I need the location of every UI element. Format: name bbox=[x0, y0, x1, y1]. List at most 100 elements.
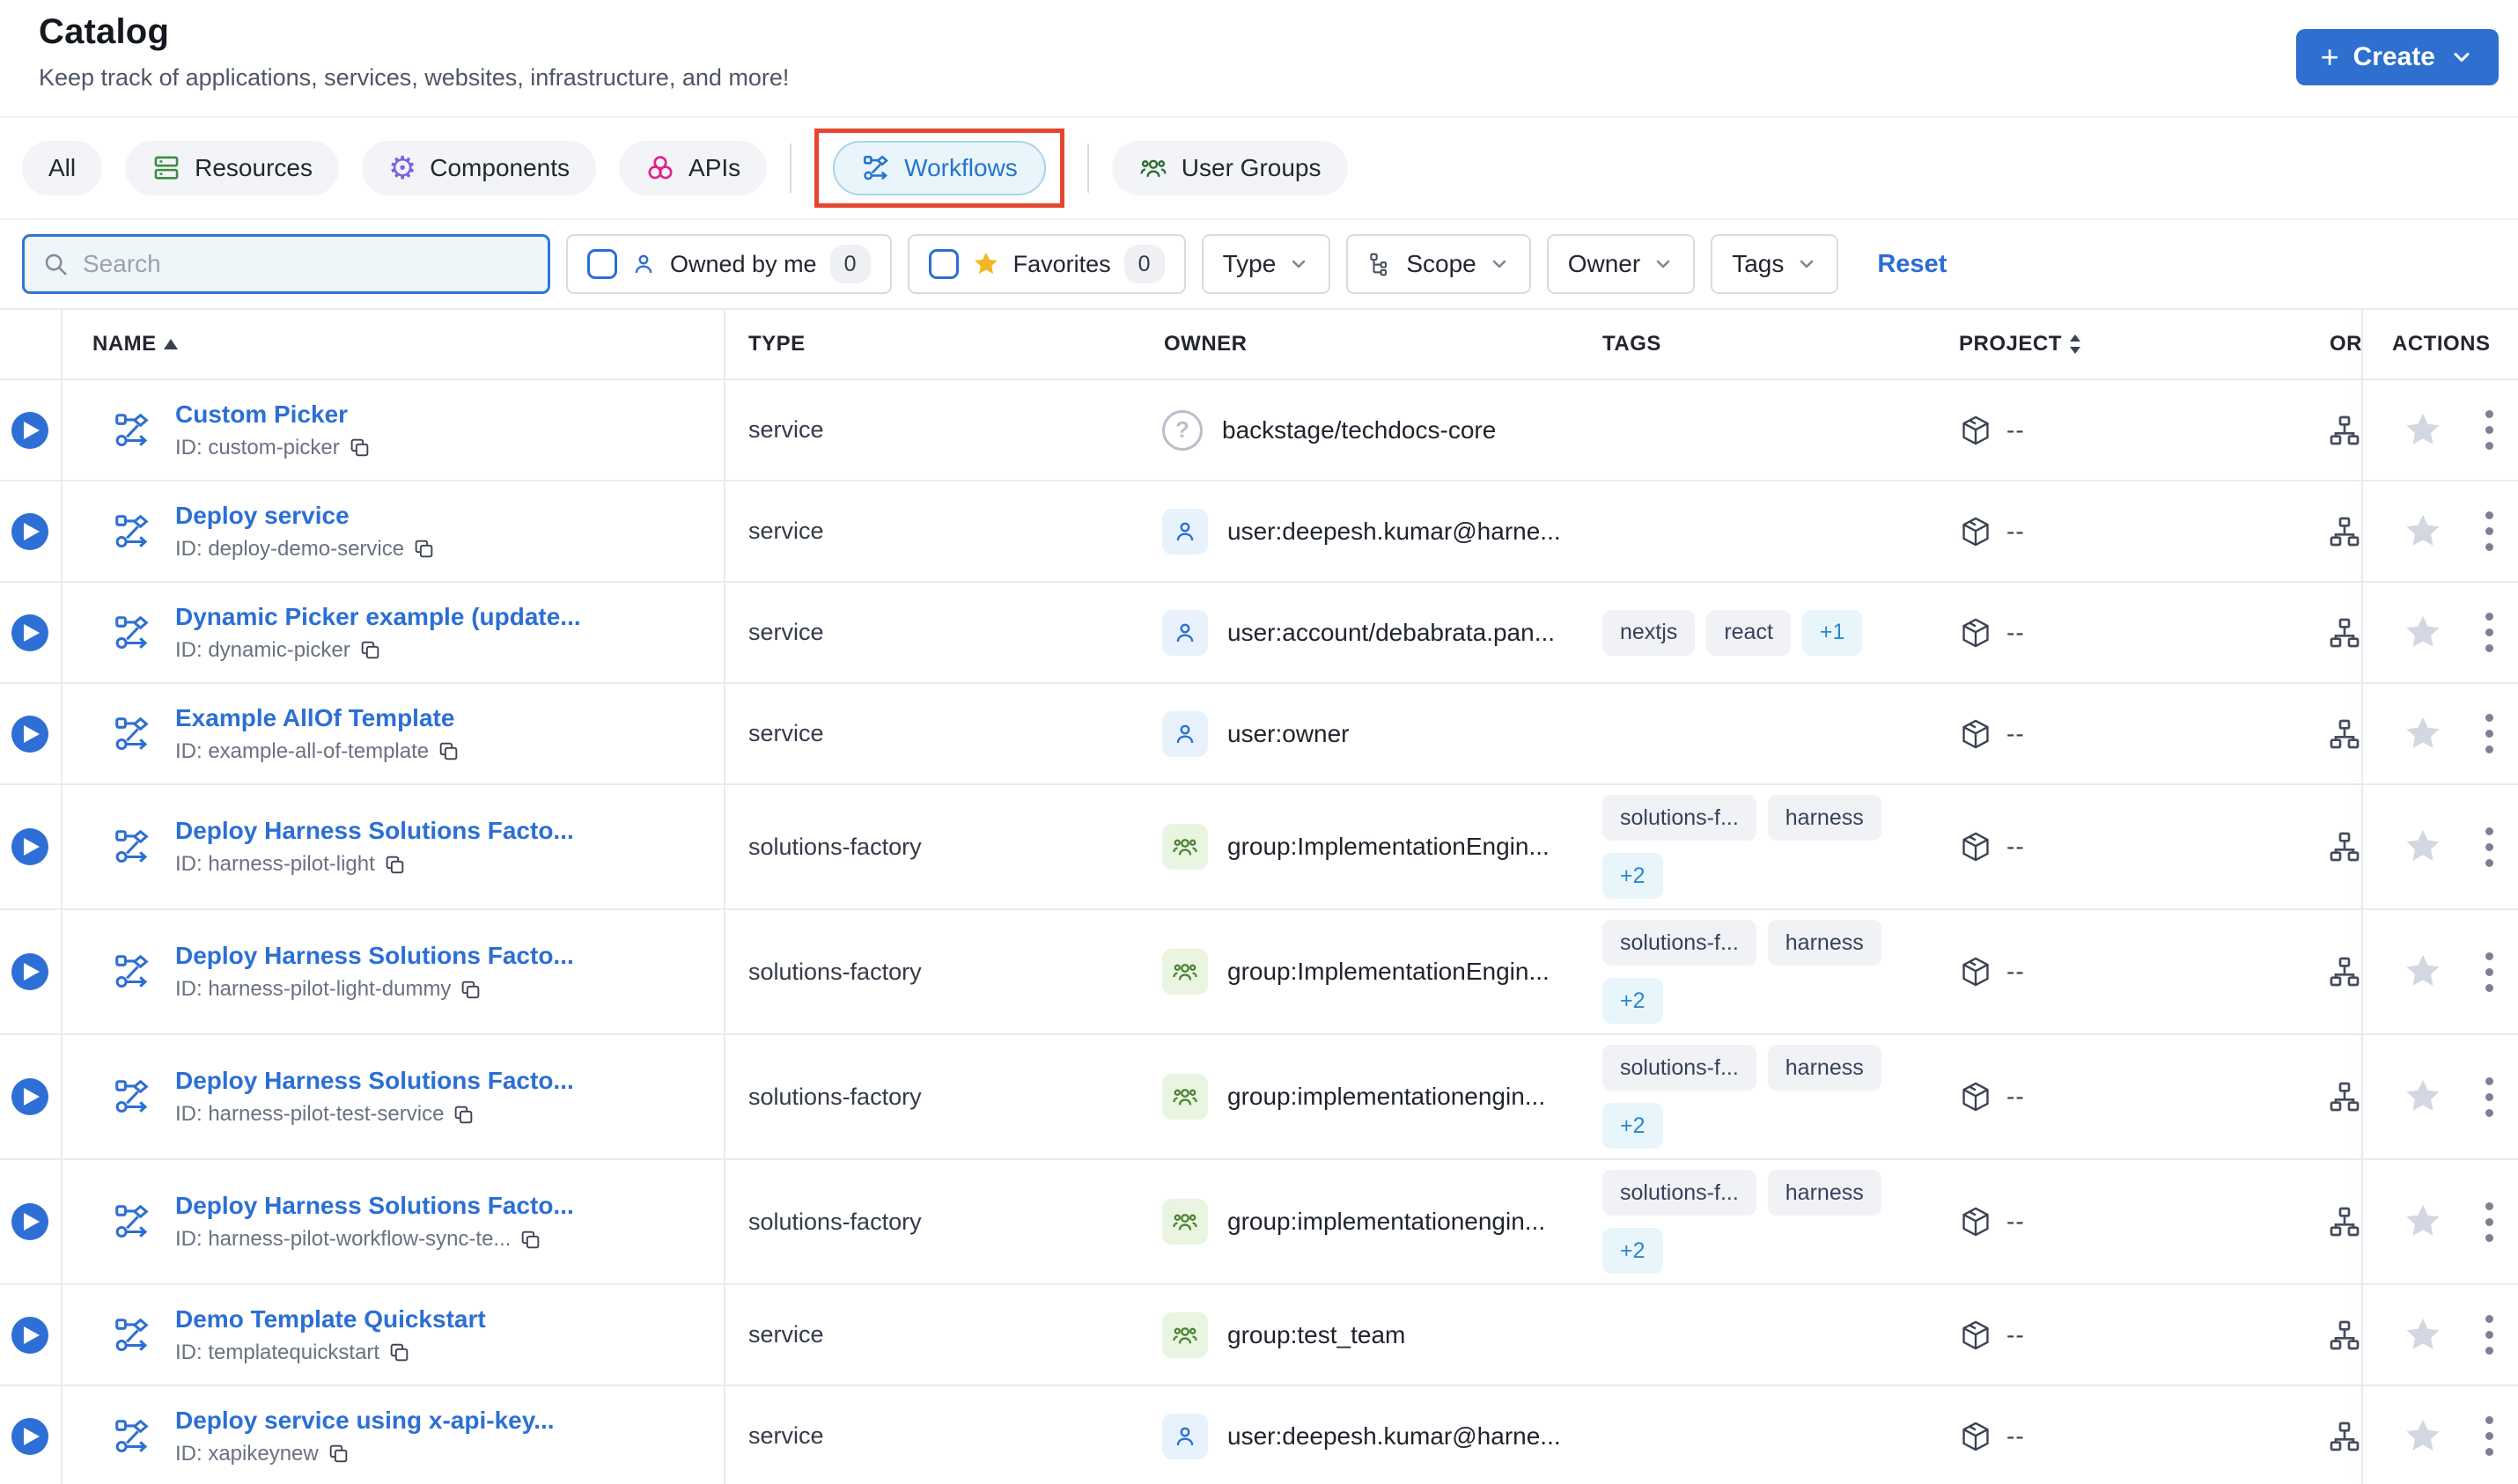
row-menu-button[interactable] bbox=[2482, 508, 2497, 555]
copy-icon[interactable] bbox=[453, 1104, 475, 1126]
owned-by-me-filter[interactable]: Owned by me 0 bbox=[566, 234, 892, 294]
workflow-name-link[interactable]: Demo Template Quickstart bbox=[175, 1305, 486, 1333]
column-header-type[interactable]: TYPE bbox=[725, 332, 1131, 356]
copy-icon[interactable] bbox=[384, 854, 406, 876]
tag-more-pill[interactable]: +2 bbox=[1602, 1228, 1663, 1274]
copy-icon[interactable] bbox=[413, 538, 435, 560]
copy-icon[interactable] bbox=[460, 979, 482, 1001]
workflow-name-link[interactable]: Deploy service bbox=[175, 502, 350, 529]
tag-pill[interactable]: harness bbox=[1767, 1045, 1881, 1091]
workflow-name-link[interactable]: Deploy Harness Solutions Facto... bbox=[175, 942, 574, 969]
column-header-owner[interactable]: OWNER bbox=[1131, 332, 1576, 356]
tag-pill[interactable]: harness bbox=[1767, 795, 1881, 841]
org-chart-icon[interactable] bbox=[2327, 1079, 2362, 1114]
workflow-name-link[interactable]: Dynamic Picker example (update... bbox=[175, 603, 581, 630]
execute-workflow-button[interactable] bbox=[11, 715, 48, 753]
owner-dropdown[interactable]: Owner bbox=[1546, 234, 1696, 294]
favorite-star-button[interactable] bbox=[2403, 1416, 2443, 1457]
favorite-star-button[interactable] bbox=[2403, 410, 2443, 451]
org-chart-icon[interactable] bbox=[2327, 829, 2362, 864]
tags-dropdown[interactable]: Tags bbox=[1711, 234, 1839, 294]
workflow-name-link[interactable]: Deploy Harness Solutions Facto... bbox=[175, 1192, 574, 1219]
tag-pill[interactable]: harness bbox=[1767, 1170, 1881, 1216]
favorite-star-button[interactable] bbox=[2403, 511, 2443, 552]
tag-pill[interactable]: solutions-f... bbox=[1602, 795, 1756, 841]
create-button[interactable]: + Create bbox=[2295, 29, 2499, 85]
type-dropdown[interactable]: Type bbox=[1201, 234, 1331, 294]
row-menu-button[interactable] bbox=[2482, 1413, 2497, 1459]
row-menu-button[interactable] bbox=[2482, 1074, 2497, 1120]
tag-more-pill[interactable]: +2 bbox=[1602, 1103, 1663, 1149]
favorite-star-button[interactable] bbox=[2403, 951, 2443, 992]
execute-workflow-button[interactable] bbox=[11, 1203, 48, 1240]
favorite-star-button[interactable] bbox=[2403, 714, 2443, 754]
tab-apis[interactable]: APIs bbox=[619, 141, 768, 195]
row-menu-button[interactable] bbox=[2482, 609, 2497, 656]
org-chart-icon[interactable] bbox=[2327, 1318, 2362, 1353]
tag-more-pill[interactable]: +2 bbox=[1602, 978, 1663, 1024]
org-chart-icon[interactable] bbox=[2327, 716, 2362, 752]
tab-workflows[interactable]: Workflows bbox=[833, 141, 1046, 195]
favorite-star-button[interactable] bbox=[2403, 1201, 2443, 1242]
column-header-tags[interactable]: TAGS bbox=[1576, 332, 1950, 356]
execute-workflow-button[interactable] bbox=[11, 828, 48, 865]
copy-icon[interactable] bbox=[349, 437, 371, 459]
row-menu-button[interactable] bbox=[2482, 407, 2497, 453]
favorite-star-button[interactable] bbox=[2403, 1076, 2443, 1117]
org-chart-icon[interactable] bbox=[2327, 615, 2362, 650]
search-input[interactable] bbox=[83, 250, 530, 278]
owned-by-me-checkbox[interactable] bbox=[587, 249, 617, 279]
scope-dropdown[interactable]: Scope bbox=[1346, 234, 1531, 294]
favorite-star-button[interactable] bbox=[2403, 613, 2443, 653]
column-header-name[interactable]: NAME bbox=[62, 332, 725, 356]
column-header-project[interactable]: PROJECT bbox=[1950, 332, 2280, 356]
execute-workflow-button[interactable] bbox=[11, 1316, 48, 1354]
workflow-name-link[interactable]: Deploy Harness Solutions Facto... bbox=[175, 817, 574, 844]
org-chart-icon[interactable] bbox=[2327, 1419, 2362, 1454]
copy-icon[interactable] bbox=[388, 1341, 410, 1363]
workflow-name-link[interactable]: Example AllOf Template bbox=[175, 704, 454, 731]
tag-pill[interactable]: harness bbox=[1767, 920, 1881, 966]
reset-button[interactable]: Reset bbox=[1877, 250, 1947, 279]
package-icon bbox=[1962, 618, 1989, 647]
org-chart-icon[interactable] bbox=[2327, 514, 2362, 549]
org-chart-icon[interactable] bbox=[2327, 1204, 2362, 1239]
copy-icon[interactable] bbox=[519, 1229, 541, 1251]
favorite-star-button[interactable] bbox=[2403, 1315, 2443, 1355]
copy-icon[interactable] bbox=[438, 740, 460, 762]
row-menu-button[interactable] bbox=[2482, 1199, 2497, 1245]
org-chart-icon[interactable] bbox=[2327, 954, 2362, 989]
execute-workflow-button[interactable] bbox=[11, 953, 48, 990]
row-menu-button[interactable] bbox=[2482, 710, 2497, 757]
tab-all[interactable]: All bbox=[22, 141, 103, 195]
tag-more-pill[interactable]: +2 bbox=[1602, 853, 1663, 899]
favorites-filter[interactable]: Favorites 0 bbox=[907, 234, 1186, 294]
workflow-name-link[interactable]: Deploy service using x-api-key... bbox=[175, 1407, 555, 1434]
copy-icon[interactable] bbox=[328, 1443, 350, 1465]
copy-icon[interactable] bbox=[359, 639, 381, 661]
tag-pill[interactable]: nextjs bbox=[1602, 609, 1696, 656]
execute-workflow-button[interactable] bbox=[11, 1078, 48, 1115]
tab-components[interactable]: ⚙ Components bbox=[361, 141, 597, 195]
column-header-org[interactable]: OR bbox=[2280, 332, 2362, 356]
favorites-checkbox[interactable] bbox=[928, 249, 959, 279]
tag-pill[interactable]: solutions-f... bbox=[1602, 1170, 1756, 1216]
tab-user-groups[interactable]: User Groups bbox=[1111, 141, 1348, 195]
execute-workflow-button[interactable] bbox=[11, 613, 48, 651]
workflow-name-link[interactable]: Custom Picker bbox=[175, 400, 348, 428]
execute-workflow-button[interactable] bbox=[11, 512, 48, 550]
row-menu-button[interactable] bbox=[2482, 824, 2497, 871]
execute-workflow-button[interactable] bbox=[11, 1417, 48, 1455]
row-menu-button[interactable] bbox=[2482, 1311, 2497, 1358]
tag-more-pill[interactable]: +1 bbox=[1801, 609, 1863, 656]
favorite-star-button[interactable] bbox=[2403, 826, 2443, 867]
workflow-name-link[interactable]: Deploy Harness Solutions Facto... bbox=[175, 1067, 574, 1094]
tag-pill[interactable]: react bbox=[1706, 609, 1791, 656]
tag-pill[interactable]: solutions-f... bbox=[1602, 1045, 1756, 1091]
org-chart-icon[interactable] bbox=[2327, 413, 2362, 448]
execute-workflow-button[interactable] bbox=[11, 411, 48, 449]
row-menu-button[interactable] bbox=[2482, 949, 2497, 995]
tab-resources[interactable]: Resources bbox=[125, 141, 339, 195]
play-icon bbox=[23, 1088, 40, 1106]
tag-pill[interactable]: solutions-f... bbox=[1602, 920, 1756, 966]
